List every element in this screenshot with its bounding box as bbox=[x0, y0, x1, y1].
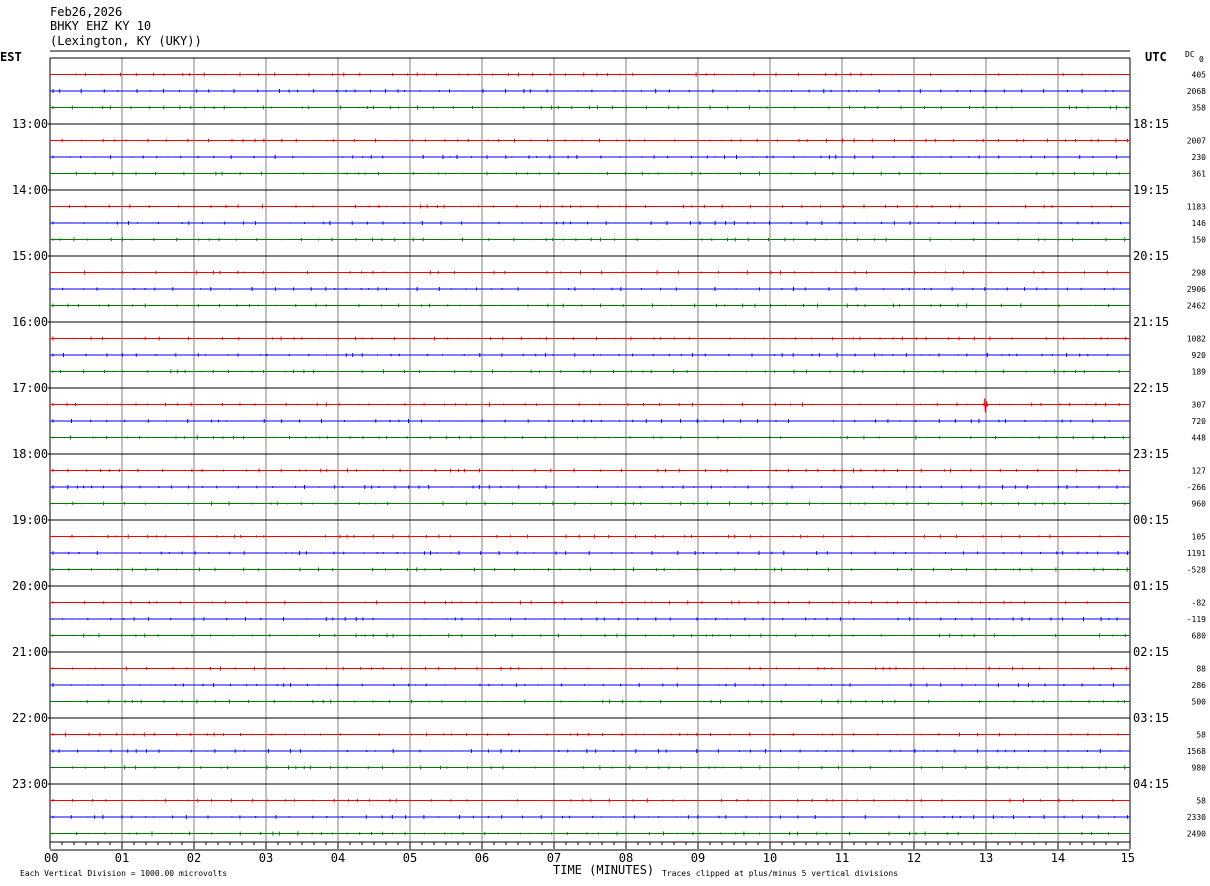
x-tick-label: 12 bbox=[907, 851, 921, 865]
dc-offset-label: 361 bbox=[1192, 170, 1207, 179]
dc-offset-label: 980 bbox=[1192, 764, 1207, 773]
dc-offset-label: 448 bbox=[1192, 434, 1207, 443]
x-tick-label: 05 bbox=[403, 851, 417, 865]
dc-offset-label: 189 bbox=[1192, 368, 1207, 377]
est-time-label: 16:00 bbox=[12, 315, 48, 329]
x-tick-label: 15 bbox=[1121, 851, 1135, 865]
dc-offset-label: 358 bbox=[1192, 104, 1207, 113]
utc-time-label: 23:15 bbox=[1133, 447, 1169, 461]
dc-offset-label: 1568 bbox=[1187, 747, 1206, 756]
utc-time-label: 18:15 bbox=[1133, 117, 1169, 131]
dc-offset-label: -82 bbox=[1192, 599, 1207, 608]
dc-offset-label: 2330 bbox=[1187, 813, 1206, 822]
utc-time-label: 02:15 bbox=[1133, 645, 1169, 659]
est-time-label: 14:00 bbox=[12, 183, 48, 197]
dc-offset-label: 146 bbox=[1192, 219, 1207, 228]
est-time-label: 20:00 bbox=[12, 579, 48, 593]
dc-offset-label: 920 bbox=[1192, 351, 1207, 360]
dc-offset-label: 2068 bbox=[1187, 87, 1206, 96]
est-time-label: 17:00 bbox=[12, 381, 48, 395]
est-axis-label: EST bbox=[0, 50, 22, 64]
utc-time-label: 00:15 bbox=[1133, 513, 1169, 527]
x-tick-label: 07 bbox=[547, 851, 561, 865]
axis-labels: EST UTC DC 0 TIME (MINUTES) Each Vertica… bbox=[0, 50, 1206, 878]
x-tick-label: 10 bbox=[763, 851, 777, 865]
dc-offset-label: 720 bbox=[1192, 417, 1207, 426]
dc-offset-label: 2906 bbox=[1187, 285, 1206, 294]
dc-offset-label: 1082 bbox=[1187, 335, 1206, 344]
utc-time-label: 22:15 bbox=[1133, 381, 1169, 395]
est-time-label: 21:00 bbox=[12, 645, 48, 659]
est-time-label: 13:00 bbox=[12, 117, 48, 131]
est-time-label: 19:00 bbox=[12, 513, 48, 527]
dc-offset-label: 230 bbox=[1192, 153, 1207, 162]
x-tick-label: 03 bbox=[259, 851, 273, 865]
dc-offset-label: -528 bbox=[1187, 566, 1206, 575]
x-tick-label: 13 bbox=[979, 851, 993, 865]
x-tick-label: 08 bbox=[619, 851, 633, 865]
utc-time-label: 19:15 bbox=[1133, 183, 1169, 197]
est-time-label: 22:00 bbox=[12, 711, 48, 725]
scale-note: Each Vertical Division = 1000.00 microvo… bbox=[20, 869, 227, 878]
dc-offset-label: 960 bbox=[1192, 500, 1207, 509]
dc-offset-label: 307 bbox=[1192, 401, 1207, 410]
x-tick-label: 06 bbox=[475, 851, 489, 865]
dc-offset-label: 58 bbox=[1196, 731, 1206, 740]
dc-header-label: DC bbox=[1185, 50, 1195, 59]
dc-offset-label: 680 bbox=[1192, 632, 1207, 641]
est-time-label: 23:00 bbox=[12, 777, 48, 791]
dc-offset-label: 405 bbox=[1192, 71, 1207, 80]
dc-offset-label: 58 bbox=[1196, 797, 1206, 806]
dc-offset-label: -266 bbox=[1187, 483, 1206, 492]
dc-offset-label: 2490 bbox=[1187, 830, 1206, 839]
utc-time-label: 21:15 bbox=[1133, 315, 1169, 329]
x-tick-label: 11 bbox=[835, 851, 849, 865]
est-time-label: 18:00 bbox=[12, 447, 48, 461]
dc-offset-label: -119 bbox=[1187, 615, 1206, 624]
dc-offset-label: 127 bbox=[1192, 467, 1207, 476]
x-tick-label: 02 bbox=[187, 851, 201, 865]
dc-offset-label: 286 bbox=[1192, 681, 1207, 690]
utc-time-label: 20:15 bbox=[1133, 249, 1169, 263]
utc-axis-label: UTC bbox=[1145, 50, 1167, 64]
dc-offset-label: 298 bbox=[1192, 269, 1207, 278]
seismogram-plot: EST UTC DC 0 TIME (MINUTES) Each Vertica… bbox=[0, 50, 1206, 878]
dc-offset-label: 500 bbox=[1192, 698, 1207, 707]
clip-note: Traces clipped at plus/minus 5 vertical … bbox=[662, 869, 898, 878]
dc-offset-label: 1191 bbox=[1187, 549, 1206, 558]
utc-time-label: 01:15 bbox=[1133, 579, 1169, 593]
est-time-label: 15:00 bbox=[12, 249, 48, 263]
dc-offset-label: 2007 bbox=[1187, 137, 1206, 146]
x-axis-title: TIME (MINUTES) bbox=[553, 863, 654, 877]
x-tick-label: 14 bbox=[1051, 851, 1065, 865]
x-tick-label: 09 bbox=[691, 851, 705, 865]
plot-grid bbox=[48, 50, 1131, 851]
dc-offset-label: 2462 bbox=[1187, 302, 1206, 311]
dc-top-value: 0 bbox=[1199, 55, 1204, 64]
dc-offset-label: 105 bbox=[1192, 533, 1207, 542]
dc-offset-label: 1183 bbox=[1187, 203, 1206, 212]
utc-time-label: 04:15 bbox=[1133, 777, 1169, 791]
dc-offset-label: 150 bbox=[1192, 236, 1207, 245]
dc-offset-label: 88 bbox=[1196, 665, 1206, 674]
x-tick-label: 00 bbox=[44, 851, 58, 865]
x-tick-label: 04 bbox=[331, 851, 345, 865]
x-tick-label: 01 bbox=[115, 851, 129, 865]
utc-time-label: 03:15 bbox=[1133, 711, 1169, 725]
